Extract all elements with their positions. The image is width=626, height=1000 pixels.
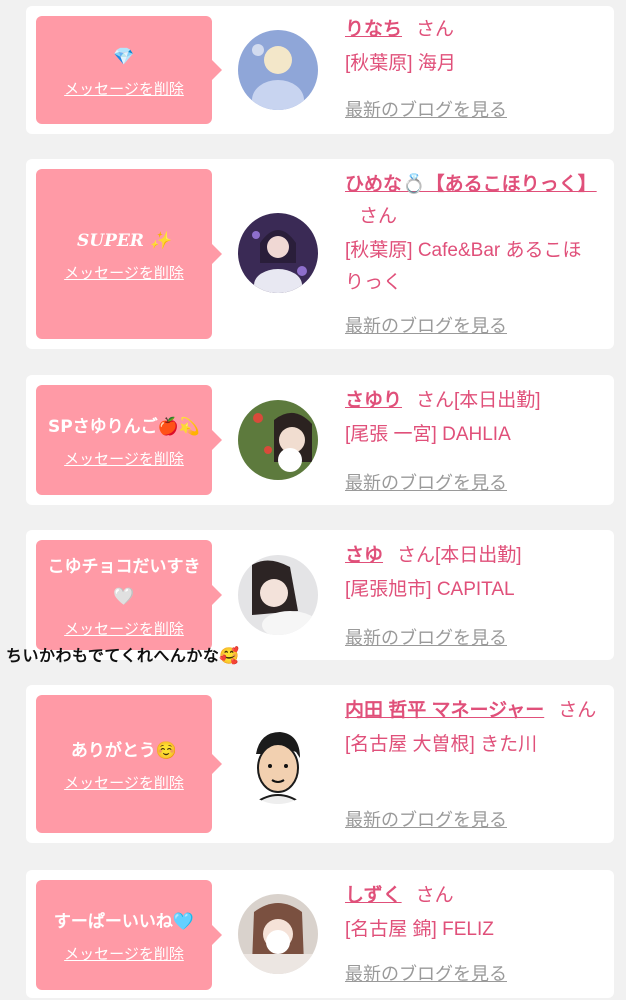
cast-name-link[interactable]: さゆ: [345, 545, 383, 566]
message-card: SPさゆりんご🍎💫 メッセージを削除 さゆり さん[本日出勤] [尾張 一宮] D…: [26, 375, 614, 505]
cast-info: さゆ さん[本日出勤] [尾張旭市] CAPITAL: [345, 540, 600, 606]
delete-message-link[interactable]: メッセージを削除: [64, 448, 184, 469]
message-card: 💎 メッセージを削除 りなち さん [秋葉原] 海月 最新のブログを見る: [26, 6, 614, 134]
latest-blog-link[interactable]: 最新のブログを見る: [345, 624, 507, 650]
shop-name: [名古屋 大曽根] きた川: [345, 734, 538, 755]
avatar[interactable]: [238, 555, 318, 635]
cast-name-link[interactable]: りなち: [345, 19, 402, 40]
avatar[interactable]: [238, 30, 318, 110]
overlay-caption: ちいかわもでてくれへんかな🥰: [6, 646, 240, 665]
honorific: さん: [558, 700, 597, 721]
honorific: さん: [415, 885, 454, 906]
latest-blog-link[interactable]: 最新のブログを見る: [345, 806, 507, 832]
shop-name: [秋葉原] Cafe&Bar あるこほりっく: [345, 240, 582, 293]
message-text: SPさゆりんご🍎💫: [47, 416, 201, 437]
honorific: さん: [416, 19, 455, 40]
cast-name-link[interactable]: しずく: [345, 885, 402, 906]
message-bubble: こゆチョコだいすき🤍 メッセージを削除: [36, 540, 222, 650]
status-badge: [本日出勤]: [435, 545, 522, 566]
honorific: さん: [359, 206, 398, 227]
shop-name: [尾張旭市] CAPITAL: [345, 579, 515, 600]
delete-message-link[interactable]: メッセージを削除: [64, 772, 184, 793]
avatar[interactable]: [238, 894, 318, 974]
shop-name: [秋葉原] 海月: [345, 53, 456, 74]
shop-name: [尾張 一宮] DAHLIA: [345, 424, 511, 445]
message-card: すーぱーいいね🩵 メッセージを削除 しずく さん [名古屋 錦] FELIZ 最新…: [26, 870, 614, 998]
avatar[interactable]: [238, 213, 318, 293]
cast-name-link[interactable]: ひめな💍【あるこほりっく】: [345, 174, 597, 195]
latest-blog-link[interactable]: 最新のブログを見る: [345, 469, 507, 495]
message-bubble: ありがとう☺️ メッセージを削除: [36, 695, 222, 833]
latest-blog-link[interactable]: 最新のブログを見る: [345, 312, 507, 338]
cast-name-link[interactable]: さゆり: [345, 390, 402, 411]
latest-blog-link[interactable]: 最新のブログを見る: [345, 960, 507, 986]
shop-name: [名古屋 錦] FELIZ: [345, 919, 494, 940]
message-bubble: SUPER ✨ メッセージを削除: [36, 169, 222, 339]
latest-blog-link[interactable]: 最新のブログを見る: [345, 96, 507, 122]
message-bubble: すーぱーいいね🩵 メッセージを削除: [36, 880, 222, 990]
status-badge: [本日出勤]: [454, 390, 541, 411]
message-text: ありがとう☺️: [70, 740, 178, 761]
avatar[interactable]: [238, 400, 318, 480]
message-card: SUPER ✨ メッセージを削除 ひめな💍【あるこほりっく】さん [秋葉原] C…: [26, 159, 614, 349]
message-card: こゆチョコだいすき🤍 メッセージを削除 さゆ さん[本日出勤] [尾張旭市] CA…: [26, 530, 614, 660]
message-text: 💎: [113, 46, 135, 67]
honorific: さん: [397, 545, 436, 566]
cast-info: さゆり さん[本日出勤] [尾張 一宮] DAHLIA: [345, 385, 600, 451]
delete-message-link[interactable]: メッセージを削除: [64, 618, 184, 639]
delete-message-link[interactable]: メッセージを削除: [64, 78, 184, 99]
delete-message-link[interactable]: メッセージを削除: [64, 262, 184, 283]
avatar[interactable]: [238, 724, 318, 804]
cast-info: 内田 哲平 マネージャー さん [名古屋 大曽根] きた川: [345, 695, 600, 761]
honorific: さん: [416, 390, 455, 411]
message-bubble: 💎 メッセージを削除: [36, 16, 222, 124]
message-text: SUPER ✨: [76, 230, 172, 251]
cast-info: ひめな💍【あるこほりっく】さん [秋葉原] Cafe&Bar あるこほりっく: [345, 169, 600, 299]
message-text: こゆチョコだいすき🤍: [47, 556, 201, 607]
message-bubble: SPさゆりんご🍎💫 メッセージを削除: [36, 385, 222, 495]
message-text: すーぱーいいね🩵: [53, 911, 195, 932]
cast-info: しずく さん [名古屋 錦] FELIZ: [345, 880, 600, 946]
delete-message-link[interactable]: メッセージを削除: [64, 943, 184, 964]
cast-name-link[interactable]: 内田 哲平 マネージャー: [345, 700, 544, 721]
cast-info: りなち さん [秋葉原] 海月: [345, 14, 600, 80]
message-card: ありがとう☺️ メッセージを削除 内田 哲平 マネージャー さん [名古屋 大曽根…: [26, 685, 614, 843]
